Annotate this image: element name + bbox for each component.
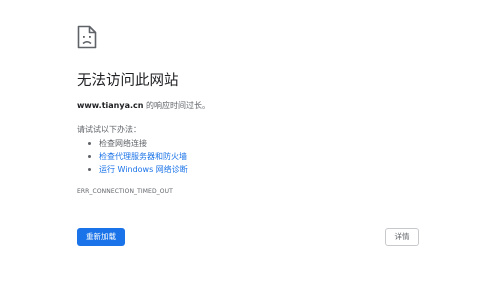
list-item: 检查代理服务器和防火墙 — [88, 150, 188, 163]
list-item: 检查网络连接 — [88, 137, 188, 150]
check-proxy-firewall-link[interactable]: 检查代理服务器和防火墙 — [99, 152, 187, 161]
suggestions-heading: 请试试以下办法： — [77, 125, 141, 134]
suggestion-check-network: 检查网络连接 — [99, 139, 147, 148]
sad-page-icon — [77, 25, 97, 49]
error-page: 无法访问此网站 www.tianya.cn 的响应时间过长。 请试试以下办法： … — [0, 0, 480, 300]
network-diagnostics-link[interactable]: 运行 Windows 网络诊断 — [99, 165, 188, 174]
error-code: ERR_CONNECTION_TIMED_OUT — [77, 188, 173, 195]
reload-button[interactable]: 重新加载 — [77, 228, 125, 246]
details-button[interactable]: 详情 — [385, 228, 419, 246]
suggestions-list: 检查网络连接 检查代理服务器和防火墙 运行 Windows 网络诊断 — [88, 137, 188, 176]
list-item: 运行 Windows 网络诊断 — [88, 163, 188, 176]
error-description: www.tianya.cn 的响应时间过长。 — [77, 100, 210, 112]
host-name: www.tianya.cn — [77, 101, 144, 110]
bullet-icon — [88, 168, 91, 171]
bullet-icon — [88, 142, 91, 145]
bullet-icon — [88, 155, 91, 158]
page-title: 无法访问此网站 — [77, 73, 179, 89]
host-message: 的响应时间过长。 — [143, 101, 210, 110]
